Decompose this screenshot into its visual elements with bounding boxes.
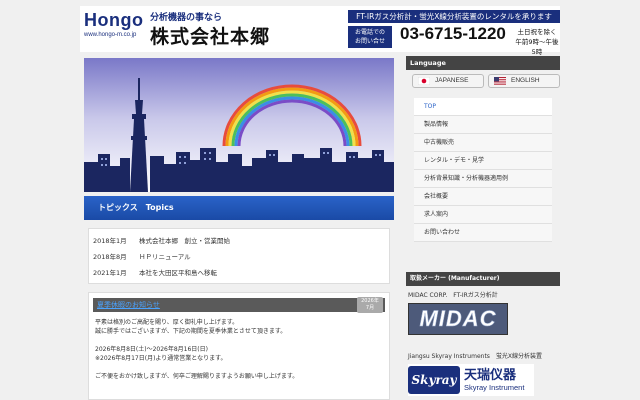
sidebar-item-products[interactable]: 製品情報 (414, 116, 552, 134)
manufacturer-midac-label: MIDAC CORP. FT-IRガス分析計 (408, 292, 498, 299)
manufacturer-section-title: 取扱メーカー (Manufacturer) (406, 272, 560, 286)
midac-logo-text: MIDAC (419, 306, 497, 332)
company-name: 株式会社本郷 (150, 26, 271, 48)
japanese-label: JAPANESE (435, 77, 469, 84)
sidebar-item-recruit[interactable]: 求人案内 (414, 206, 552, 224)
news-text: 株式会社本郷 創立・営業開始 (139, 237, 230, 245)
notice-card: 夏季休暇のお知らせ 2026年 7月 平素は格別のご高配を賜り、厚く御礼申し上げ… (88, 292, 390, 400)
skyray-logo-words: 天瑞仪器 Skyray Instrument (464, 367, 525, 392)
contact-line-1: お電話での (354, 29, 385, 36)
notice-title-link[interactable]: 夏季休暇のお知らせ (93, 298, 385, 312)
contact-button[interactable]: お電話での お問い合せ (348, 26, 392, 48)
notice-line: 2026年8月8日(土)〜2026年8月16日(日) (95, 346, 208, 353)
sidebar-item-company[interactable]: 会社概要 (414, 188, 552, 206)
skyray-logo-mark: Skyray (408, 366, 460, 394)
notice-line: 平素は格別のご高配を賜り、厚く御礼申し上げます。 (95, 319, 239, 326)
sidebar-item-analysis-knowledge[interactable]: 分析背景知識・分析機器適用例 (414, 170, 552, 188)
notice-line: ご不便をおかけ致しますが、何卒ご理解賜りますようお願い申し上げます。 (95, 373, 299, 380)
midac-logo-banner[interactable]: MIDAC (408, 303, 508, 335)
rental-banner: FT-IRガス分析計・蛍光X線分析装置のレンタルを承ります (348, 10, 560, 23)
language-section-title: Language (406, 56, 560, 70)
notice-line: 誠に勝手ではございますが、下記の期間を夏季休業とさせて頂きます。 (95, 328, 287, 335)
japan-flag-icon (418, 77, 430, 85)
hero-skyline-illustration (84, 58, 394, 192)
notice-body: 平素は格別のご高配を賜り、厚く御礼申し上げます。 誠に勝手ではございますが、下記… (89, 312, 389, 387)
manufacturer-skyray-label: Jiangsu Skyray Instruments 蛍光X線分析装置 (408, 353, 543, 360)
skyray-logo-banner[interactable]: Skyray 天瑞仪器 Skyray Instrument (408, 364, 534, 396)
sidebar-item-top[interactable]: TOP (414, 98, 552, 116)
skyray-logo-english: Skyray Instrument (464, 382, 525, 392)
topics-heading: トピックス Topics (84, 196, 394, 220)
notice-date-badge: 2026年 7月 (357, 297, 383, 313)
notice-date-month: 7月 (365, 305, 375, 311)
us-flag-icon (494, 77, 506, 85)
skyray-logo-chinese: 天瑞仪器 (464, 367, 517, 383)
sidebar-menu: TOP 製品情報 中古機販売 レンタル・デモ・見学 分析背景知識・分析機器適用例… (414, 98, 552, 242)
japanese-language-button[interactable]: JAPANESE (412, 74, 484, 88)
notice-header: 夏季休暇のお知らせ 2026年 7月 (93, 297, 385, 313)
news-item: 2021年1月 本社を大田区平和島へ移転 (89, 266, 389, 281)
english-language-button[interactable]: ENGLISH (488, 74, 560, 88)
site-header: Hongo www.hongo-m.co.jp 分析機器の事なら 株式会社本郷 … (80, 6, 560, 56)
news-text: ＨＰリニューアル (139, 253, 191, 261)
news-date: 2018年1月 (93, 237, 127, 245)
notice-line: ※2026年8月17日(月)より通常営業となります。 (95, 355, 227, 362)
news-item: 2018年8月 ＨＰリニューアル (89, 250, 389, 265)
page: Hongo www.hongo-m.co.jp 分析機器の事なら 株式会社本郷 … (0, 0, 640, 400)
news-item: 2018年1月 株式会社本郷 創立・営業開始 (89, 234, 389, 249)
phone-number: 03-6715-1220 (400, 24, 506, 43)
company-logo[interactable]: Hongo www.hongo-m.co.jp (84, 10, 143, 38)
hours-line-2: 午前9時〜午後5時 (515, 38, 559, 56)
news-date: 2018年8月 (93, 253, 127, 261)
sidebar-item-rental-demo[interactable]: レンタル・デモ・見学 (414, 152, 552, 170)
logo-url: www.hongo-m.co.jp (84, 32, 137, 38)
news-text: 本社を大田区平和島へ移転 (139, 269, 217, 277)
english-label: ENGLISH (511, 77, 540, 84)
sidebar-item-contact[interactable]: お問い合わせ (414, 224, 552, 242)
logo-word: Hongo (84, 10, 144, 30)
news-list: 2018年1月 株式会社本郷 創立・営業開始 2018年8月 ＨＰリニューアル … (88, 228, 390, 284)
news-date: 2021年1月 (93, 269, 127, 277)
hours-line-1: 土日祝を除く (517, 28, 557, 36)
sidebar-item-used-equipment[interactable]: 中古機販売 (414, 134, 552, 152)
notice-date-year: 2026年 (361, 298, 379, 304)
contact-line-2: お問い合せ (354, 38, 385, 45)
business-hours: 土日祝を除く 午前9時〜午後5時 (514, 27, 560, 57)
